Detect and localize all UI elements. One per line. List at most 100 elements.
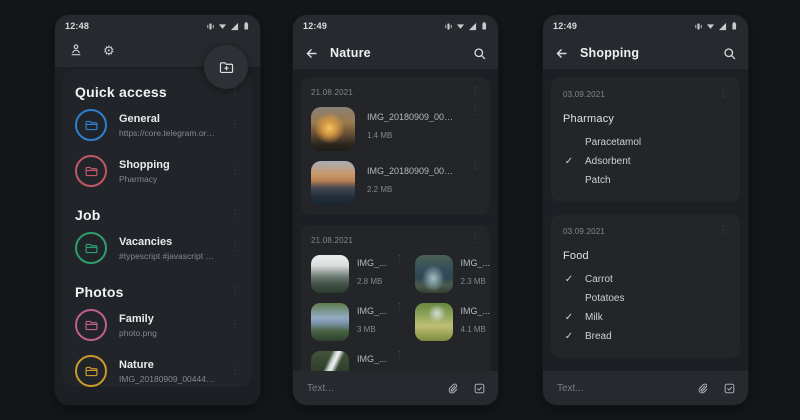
item-menu-icon[interactable]: ⋮	[230, 166, 240, 176]
checklist-item[interactable]: ✓ Carrot	[563, 270, 728, 289]
composer-bar	[293, 371, 498, 405]
photo-thumbnail[interactable]	[311, 107, 355, 151]
date-header: 03.09.2021 ⋮	[563, 89, 728, 99]
folder-subtitle: IMG_20180909_004444_391.jpg	[119, 373, 218, 384]
section-title: Photos	[75, 284, 124, 300]
section-photos: Photos ⋮	[75, 284, 240, 300]
text-input[interactable]	[555, 381, 682, 395]
note-menu-icon[interactable]: ⋮	[718, 89, 728, 99]
add-folder-button[interactable]	[204, 45, 248, 89]
photo-thumbnail[interactable]	[311, 303, 349, 341]
page-title: Shopping	[580, 46, 640, 60]
vibrate-icon	[445, 22, 452, 30]
item-menu-icon[interactable]: ⋮	[230, 243, 240, 253]
note-card-food[interactable]: 03.09.2021 ⋮ Food ✓ Carrot ✓ Potatoes ✓ …	[551, 214, 740, 358]
checklist-item[interactable]: ✓ Potatoes	[563, 289, 728, 308]
checklist-item-text: Bread	[585, 331, 612, 342]
folder-title: General	[119, 112, 160, 125]
file-name: IMG_...	[460, 306, 491, 316]
item-menu-icon[interactable]: ⋮	[230, 366, 240, 376]
item-menu-icon[interactable]: ⋮	[230, 320, 240, 330]
photo-thumbnail[interactable]	[311, 255, 349, 293]
status-bar: 12:49	[293, 15, 498, 37]
search-icon[interactable]	[473, 47, 486, 60]
folder-icon	[75, 355, 107, 387]
file-name: IMG_...	[357, 258, 387, 268]
phone-screen-home: 12:48 ⚙ Quick access ⋮ General https://c…	[55, 15, 260, 405]
file-menu-icon[interactable]: ⋮	[470, 107, 480, 117]
profile-icon[interactable]	[69, 43, 83, 57]
check-icon: ✓	[564, 274, 574, 285]
search-icon[interactable]	[723, 47, 736, 60]
group-menu-icon[interactable]: ⋮	[470, 235, 480, 245]
back-arrow-icon[interactable]	[305, 47, 318, 60]
file-menu-icon[interactable]: ⋮	[395, 255, 405, 265]
file-row[interactable]: IMG_20180909_004444_39... 1.4 MB ⋮	[311, 107, 480, 151]
file-size: 4.1 MB	[460, 325, 486, 334]
group-menu-icon[interactable]: ⋮	[470, 87, 480, 97]
file-cell[interactable]: IMG_... 2.3 MB ⋮	[414, 255, 498, 293]
settings-gear-icon[interactable]: ⚙	[103, 44, 115, 57]
check-icon: ✓	[564, 312, 574, 323]
checklist-item[interactable]: ✓ Paracetamol	[563, 133, 728, 152]
checklist-item[interactable]: ✓ Milk	[563, 308, 728, 327]
back-arrow-icon[interactable]	[555, 47, 568, 60]
checklist-icon[interactable]	[723, 382, 736, 395]
section-job: Job ⋮	[75, 207, 240, 223]
phone-screen-shopping: 12:49 Shopping 03.09.2021 ⋮ Pharmacy Par…	[543, 15, 748, 405]
folder-subtitle: photo.png	[119, 327, 157, 338]
signal-icon	[468, 22, 477, 30]
checklist-icon[interactable]	[473, 382, 486, 395]
file-name: IMG_20180909_004444_39...	[367, 112, 458, 122]
file-name: IMG_...	[357, 306, 387, 316]
file-menu-icon[interactable]: ⋮	[395, 351, 405, 361]
date-header: 03.09.2021 ⋮	[563, 226, 728, 236]
photo-grid: IMG_... 2.8 MB ⋮ IMG_... 2.3 MB ⋮	[311, 255, 490, 389]
text-input[interactable]	[305, 381, 432, 395]
file-menu-icon[interactable]: ⋮	[395, 303, 405, 313]
checklist-item[interactable]: ✓ Patch	[563, 171, 728, 190]
date-label: 21.08.2021	[311, 235, 354, 245]
folder-item-general[interactable]: General https://core.telegram.org/type/W…	[75, 102, 240, 148]
attach-icon[interactable]	[696, 382, 709, 395]
file-size: 3 MB	[357, 325, 376, 334]
item-menu-icon[interactable]: ⋮	[230, 120, 240, 130]
vibrate-icon	[207, 22, 214, 30]
shopping-top-bar: 12:49 Shopping	[543, 15, 748, 69]
page-title: Nature	[330, 46, 371, 60]
status-time: 12:49	[303, 21, 328, 31]
file-row[interactable]: IMG_20180909_004636_57... 2.2 MB ⋮	[311, 161, 480, 205]
folder-item-nature[interactable]: Nature IMG_20180909_004444_391.jpg ⋮	[75, 348, 240, 387]
folder-title: Nature	[119, 358, 154, 371]
status-icons	[206, 21, 250, 31]
file-cell[interactable]: IMG_... 4.1 MB ⋮	[414, 303, 498, 341]
file-cell[interactable]: IMG_... 3 MB ⋮	[311, 303, 405, 341]
date-header: 21.08.2021 ⋮	[311, 87, 480, 97]
note-menu-icon[interactable]: ⋮	[718, 226, 728, 236]
photo-thumbnail[interactable]	[311, 161, 355, 205]
checklist-item[interactable]: ✓ Bread	[563, 327, 728, 346]
folder-subtitle: https://core.telegram.org/type/WebP...	[119, 127, 218, 138]
mockup-canvas: 12:48 ⚙ Quick access ⋮ General https://c…	[0, 0, 800, 420]
file-cell[interactable]: IMG_... 2.8 MB ⋮	[311, 255, 405, 293]
status-time: 12:48	[65, 21, 90, 31]
battery-icon	[482, 22, 487, 30]
checklist-item-text: Adsorbent	[585, 156, 631, 167]
section-menu-icon[interactable]: ⋮	[230, 287, 240, 297]
section-menu-icon[interactable]: ⋮	[230, 87, 240, 97]
checklist-item[interactable]: ✓ Adsorbent	[563, 152, 728, 171]
photo-thumbnail[interactable]	[414, 255, 453, 293]
photo-thumbnail[interactable]	[414, 303, 453, 341]
phone-screen-nature: 12:49 Nature 21.08.2021 ⋮ IMG_20180909_0…	[293, 15, 498, 405]
folder-item-family[interactable]: Family photo.png ⋮	[75, 302, 240, 348]
folder-item-vacancies[interactable]: Vacancies #typescript #javascript #remot…	[75, 225, 240, 271]
status-bar: 12:49	[543, 15, 748, 37]
note-card-pharmacy[interactable]: 03.09.2021 ⋮ Pharmacy ✓ Paracetamol ✓ Ad…	[551, 77, 740, 202]
file-menu-icon[interactable]: ⋮	[470, 161, 480, 171]
wifi-icon	[706, 23, 715, 29]
attach-icon[interactable]	[446, 382, 459, 395]
checklist-item-text: Potatoes	[585, 293, 625, 304]
date-label: 21.08.2021	[311, 87, 354, 97]
folder-item-shopping[interactable]: Shopping Pharmacy ⋮	[75, 148, 240, 194]
section-menu-icon[interactable]: ⋮	[230, 210, 240, 220]
